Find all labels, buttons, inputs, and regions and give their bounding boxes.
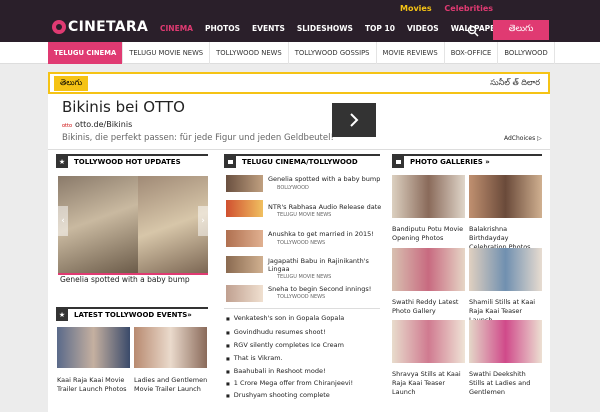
news-title-5[interactable]: Sneha to begin Second innings! [268, 285, 371, 293]
gallery-thumb-1[interactable] [392, 175, 465, 218]
film-icon [224, 156, 236, 168]
star-icon: ★ [56, 156, 68, 168]
news-category-2[interactable]: TELUGU MOVIE NEWS [277, 212, 331, 218]
main-nav: CINEMA PHOTOS EVENTS SLIDESHOWS TOP 10 V… [160, 24, 518, 33]
nav-top10[interactable]: TOP 10 [365, 24, 395, 33]
events-heading: ★ LATEST TOLLYWOOD EVENTS» [56, 307, 208, 321]
nav-events[interactable]: EVENTS [252, 24, 285, 33]
search-icon[interactable] [467, 25, 479, 37]
telugu-ticker-bar: తెలుగు సునీల్ త్‌ దిలార [48, 72, 550, 94]
news-thumb-1[interactable] [226, 175, 263, 192]
slider-next-button[interactable]: › [198, 206, 208, 236]
gallery-caption-1[interactable]: Bandiputu Potu Movie Opening Photos [392, 225, 466, 243]
slider-prev-button[interactable]: ‹ [58, 206, 68, 236]
news-thumb-2[interactable] [226, 200, 263, 217]
bullet-news-1[interactable]: Venkatesh's son in Gopala Gopala [226, 314, 344, 322]
bullet-news-2[interactable]: Govindhudu resumes shoot! [226, 328, 326, 336]
news-title-4[interactable]: Jagapathi Babu in Rajinikanth's Lingaa [268, 257, 378, 273]
news-category-4[interactable]: TELUGU MOVIE NEWS [277, 274, 331, 280]
telugu-ticker-text[interactable]: సునీల్ త్‌ దిలార [490, 78, 540, 89]
event-caption-2[interactable]: Ladies and Gentlemen Movie Trailer Launc… [134, 376, 210, 394]
event-caption-1[interactable]: Kaai Raja Kaai Movie Trailer Launch Phot… [57, 376, 133, 394]
photo-galleries-heading: PHOTO GALLERIES » [392, 154, 542, 168]
bullet-news-7[interactable]: Drushyam shooting complete [226, 391, 330, 399]
bullet-news-5[interactable]: Baahubali in Reshoot mode! [226, 367, 326, 375]
subnav-telugu-movie-news[interactable]: TELUGU MOVIE NEWS [123, 42, 211, 64]
news-thumb-4[interactable] [226, 256, 263, 273]
event-thumb-1[interactable] [57, 327, 130, 368]
telugu-cinema-heading: TELUGU CINEMA/TOLLYWOOD [224, 154, 380, 168]
gallery-caption-3[interactable]: Swathi Reddy Latest Photo Gallery [392, 298, 466, 316]
ad-description: Bikinis, die perfekt passen: für jede Fi… [62, 133, 334, 143]
chevron-right-icon [350, 113, 359, 127]
logo-text: CINETARA [68, 19, 149, 35]
star-icon: ★ [56, 309, 68, 321]
movies-link[interactable]: Movies [400, 4, 432, 13]
subnav-bollywood[interactable]: BOLLYWOOD [498, 42, 555, 64]
news-category-1[interactable]: BOLLYWOOD [277, 185, 309, 191]
gallery-caption-5[interactable]: Shravya Stills at Kaai Raja Kaai Teaser … [392, 370, 466, 397]
news-thumb-3[interactable] [226, 230, 263, 247]
news-category-5[interactable]: TOLLYWOOD NEWS [277, 294, 325, 300]
bullet-news-3[interactable]: RGV silently completes Ice Cream [226, 341, 344, 349]
subnav-box-office[interactable]: BOX-OFFICE [445, 42, 499, 64]
bullet-news-4[interactable]: That is Vikram. [226, 354, 283, 362]
subnav-tollywood-gossips[interactable]: TOLLYWOOD GOSSIPS [289, 42, 377, 64]
hot-updates-heading: ★ TOLLYWOOD HOT UPDATES [56, 154, 208, 168]
news-title-2[interactable]: NTR's Rabhasa Audio Release date [268, 203, 381, 211]
ad-url[interactable]: otto otto.de/Bikinis [62, 120, 132, 129]
gallery-caption-6[interactable]: Swathi Deekshith Stills at Ladies and Ge… [469, 370, 543, 397]
nav-cinema[interactable]: CINEMA [160, 24, 193, 33]
logo-icon [52, 20, 66, 34]
site-logo[interactable]: CINETARA [52, 18, 148, 36]
chevron-right-icon: › [201, 216, 205, 226]
news-title-3[interactable]: Anushka to get married in 2015! [268, 230, 374, 238]
gallery-thumb-2[interactable] [469, 175, 542, 218]
news-category-3[interactable]: TOLLYWOOD NEWS [277, 240, 325, 246]
gallery-thumb-5[interactable] [392, 320, 465, 363]
top-links: Movies Celebrities [400, 4, 503, 13]
ad-title[interactable]: Bikinis bei OTTO [62, 98, 185, 116]
chevron-left-icon: ‹ [61, 216, 65, 226]
adchoices-label[interactable]: AdChoices ▷ [504, 135, 542, 142]
bullet-news-6[interactable]: 1 Crore Mega offer from Chiranjeevi! [226, 379, 353, 387]
celebrities-link[interactable]: Celebrities [444, 4, 493, 13]
hot-update-caption[interactable]: Genelia spotted with a baby bump [60, 275, 190, 284]
nav-photos[interactable]: PHOTOS [205, 24, 240, 33]
news-title-1[interactable]: Genelia spotted with a baby bump [268, 175, 380, 183]
event-thumb-2[interactable] [134, 327, 207, 368]
subnav-telugu-cinema[interactable]: TELUGU CINEMA [48, 42, 124, 64]
news-thumb-5[interactable] [226, 285, 263, 302]
camera-icon [392, 156, 404, 168]
subnav-movie-reviews[interactable]: MOVIE REVIEWS [377, 42, 445, 64]
nav-slideshows[interactable]: SLIDESHOWS [297, 24, 353, 33]
telugu-badge[interactable]: తెలుగు [54, 76, 89, 91]
nav-videos[interactable]: VIDEOS [407, 24, 439, 33]
gallery-thumb-3[interactable] [392, 248, 465, 291]
telugu-language-button[interactable]: తెలుగు [493, 20, 549, 40]
ad-arrow-button[interactable] [332, 103, 376, 137]
gallery-thumb-4[interactable] [469, 248, 542, 291]
sub-nav: TELUGU CINEMA TELUGU MOVIE NEWS TOLLYWOO… [0, 42, 600, 64]
hot-update-image-left[interactable] [58, 176, 138, 274]
gallery-thumb-6[interactable] [469, 320, 542, 363]
subnav-tollywood-news[interactable]: TOLLYWOOD NEWS [210, 42, 289, 64]
ad-badge: otto [62, 123, 73, 129]
